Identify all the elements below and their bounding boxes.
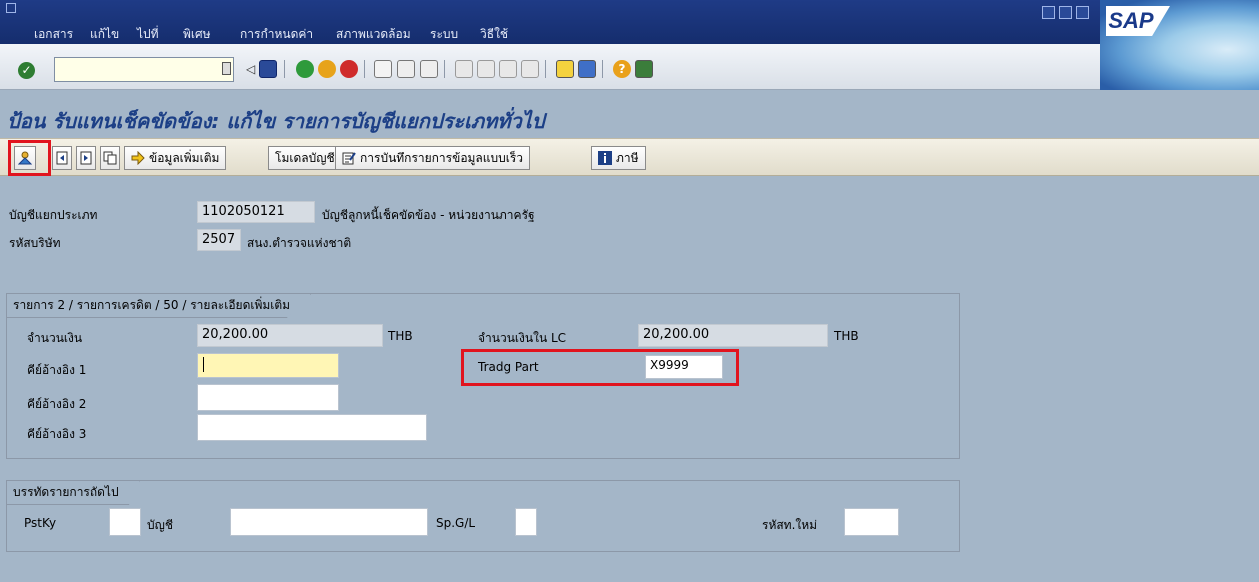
highlight-box [461, 349, 739, 386]
back-arrow-icon[interactable]: ◁ [246, 60, 256, 78]
edit-list-icon [342, 152, 356, 165]
menu-extras[interactable]: พิเศษ [183, 25, 211, 44]
gl-account-field: 1102050121 [197, 201, 315, 223]
fast-data-entry-button[interactable]: การบันทึกรายการข้อมูลแบบเร็ว [335, 146, 531, 170]
menu-help[interactable]: วิธีใช้ [480, 25, 508, 44]
company-code-description: สนง.ตำรวจแห่งชาติ [247, 236, 352, 250]
item-details-group-title: รายการ 2 / รายการเครดิต / 50 / รายละเอีย… [7, 294, 312, 318]
back-icon[interactable] [296, 60, 314, 78]
acct-model-button[interactable]: โมเดลบัญชี [268, 146, 342, 170]
posting-key-input[interactable] [109, 508, 141, 536]
toolbar-separator [545, 60, 546, 78]
new-company-code-label: รหัสท.ใหม่ [762, 518, 818, 532]
account-input[interactable] [230, 508, 428, 536]
text-cursor [203, 357, 204, 372]
exit-icon[interactable] [318, 60, 336, 78]
taxes-label: ภาษี [616, 150, 639, 165]
taxes-button[interactable]: ภาษี [591, 146, 646, 170]
menu-environment[interactable]: สภาพแวดล้อม [336, 25, 411, 44]
more-data-label: ข้อมูลเพิ่มเติม [149, 150, 220, 165]
info-icon [598, 151, 612, 165]
gl-account-description: บัญชีลูกหนี้เช็คขัดข้อง - หน่วยงานภาครัฐ [322, 208, 535, 222]
more-data-button[interactable]: ข้อมูลเพิ่มเติม [124, 146, 227, 170]
gl-account-label: บัญชีแยกประเภท [9, 208, 98, 222]
menu-goto[interactable]: ไปที่ [137, 25, 159, 44]
posting-key-label: PstKy [24, 516, 57, 530]
restore-icon[interactable] [1059, 6, 1072, 19]
reference-key-1-input[interactable] [197, 353, 339, 378]
prev-page-icon[interactable] [477, 60, 495, 78]
layout-icon[interactable] [635, 60, 653, 78]
reference-key-3-input[interactable] [197, 414, 427, 441]
copy-icon[interactable] [100, 146, 120, 170]
print-icon[interactable] [374, 60, 392, 78]
check-icon[interactable]: ✓ [18, 62, 35, 79]
special-gl-input[interactable] [515, 508, 537, 536]
toolbar-separator [444, 60, 445, 78]
page-title: ป้อน รับแทนเช็คขัดข้อง: แก้ไข รายการบัญช… [7, 109, 545, 133]
toolbar-separator [284, 60, 285, 78]
system-menu-icon[interactable] [6, 3, 16, 13]
menu-document[interactable]: เอกสาร [34, 25, 73, 44]
find-icon[interactable] [397, 60, 415, 78]
amount-field: 20,200.00 [197, 324, 383, 347]
menu-edit[interactable]: แก้ไข [90, 25, 119, 44]
reference-key-2-label: คีย์อ้างอิง 2 [27, 397, 87, 411]
company-code-field: 2507 [197, 229, 241, 251]
reference-key-2-input[interactable] [197, 384, 339, 411]
amount-lc-label: จำนวนเงินใน LC [478, 331, 567, 345]
find-next-icon[interactable] [420, 60, 438, 78]
account-label: บัญชี [147, 518, 173, 532]
last-page-icon[interactable] [521, 60, 539, 78]
shortcut-icon[interactable] [578, 60, 596, 78]
close-icon[interactable] [1076, 6, 1089, 19]
amount-lc-field: 20,200.00 [638, 324, 828, 347]
special-gl-label: Sp.G/L [436, 516, 476, 530]
save-icon[interactable] [259, 60, 277, 78]
amount-lc-currency: THB [834, 329, 859, 343]
help-icon[interactable]: ? [613, 60, 631, 78]
acct-model-label: โมเดลบัญชี [275, 150, 335, 165]
next-page-icon[interactable] [499, 60, 517, 78]
fast-data-entry-label: การบันทึกรายการข้อมูลแบบเร็ว [360, 150, 524, 165]
toolbar-separator [602, 60, 603, 78]
amount-label: จำนวนเงิน [27, 331, 83, 345]
highlight-box [8, 140, 51, 176]
next-line-item-group-title: บรรทัดรายการถัดไป [7, 481, 140, 505]
arrow-right-icon [131, 151, 145, 165]
company-code-label: รหัสบริษัท [9, 236, 61, 250]
new-session-icon[interactable] [556, 60, 574, 78]
first-page-icon[interactable] [455, 60, 473, 78]
toolbar-separator [364, 60, 365, 78]
menu-system[interactable]: ระบบ [430, 25, 458, 44]
previous-item-icon[interactable] [52, 146, 72, 170]
new-company-code-input[interactable] [844, 508, 899, 536]
reference-key-3-label: คีย์อ้างอิง 3 [27, 427, 87, 441]
minimize-icon[interactable] [1042, 6, 1055, 19]
next-item-icon[interactable] [76, 146, 96, 170]
amount-currency: THB [388, 329, 413, 343]
reference-key-1-label: คีย์อ้างอิง 1 [27, 363, 87, 377]
command-field[interactable] [54, 57, 234, 82]
menu-settings[interactable]: การกำหนดค่า [240, 25, 313, 44]
cancel-icon[interactable] [340, 60, 358, 78]
dropdown-icon[interactable] [222, 62, 231, 75]
